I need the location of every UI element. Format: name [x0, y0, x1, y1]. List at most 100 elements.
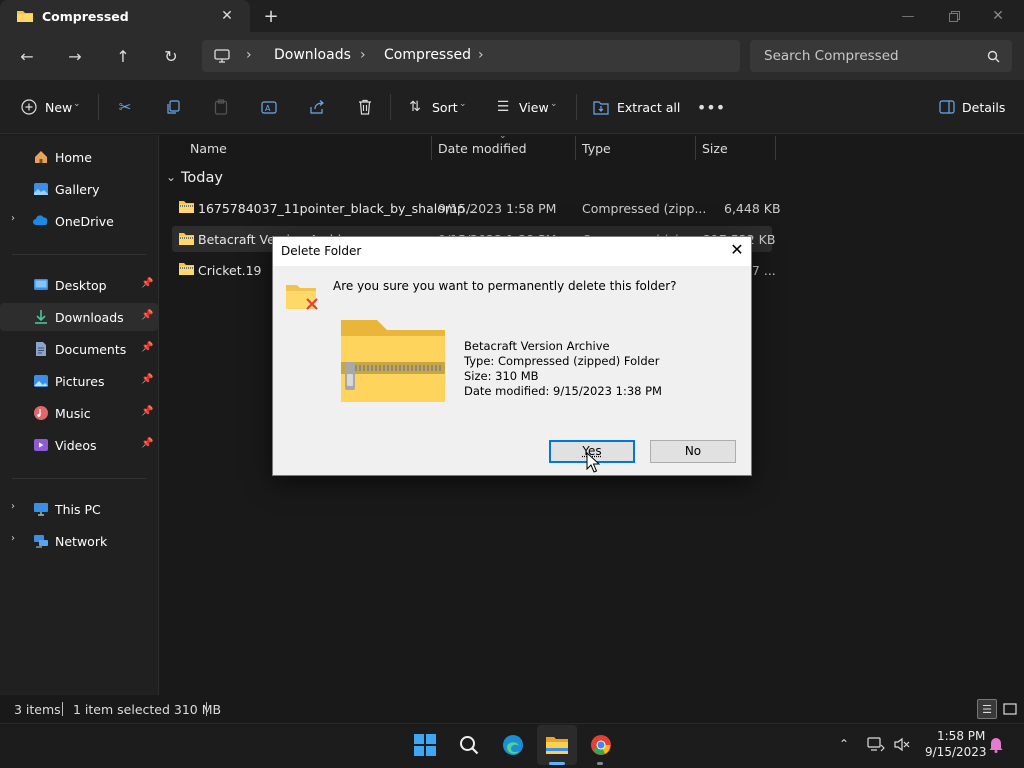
pin-icon[interactable]: 📌 — [141, 438, 153, 449]
rename-icon[interactable]: A — [260, 98, 278, 116]
no-button[interactable]: No — [650, 440, 736, 463]
tiles-view-icon[interactable] — [1000, 699, 1020, 719]
running-indicator — [597, 762, 603, 765]
expand-chevron-icon[interactable]: › — [11, 501, 15, 512]
clock-date[interactable]: 9/15/2023 — [925, 745, 987, 759]
details-pane-icon[interactable] — [938, 98, 956, 116]
column-separator[interactable] — [431, 136, 432, 160]
nav-item-label: Desktop — [55, 278, 107, 293]
expand-chevron-icon[interactable]: › — [11, 213, 15, 224]
file-explorer-icon[interactable] — [544, 732, 569, 757]
tab-title: Compressed — [42, 9, 129, 24]
divider — [576, 94, 577, 120]
pin-icon[interactable]: 📌 — [141, 310, 153, 321]
search-icon[interactable] — [984, 47, 1002, 65]
minimize-icon[interactable]: — — [898, 6, 918, 26]
column-header-name[interactable]: Name — [190, 141, 227, 156]
cut-icon[interactable]: ✂ — [116, 98, 134, 116]
up-icon[interactable]: ↑ — [112, 46, 134, 66]
nav-item-videos[interactable]: Videos 📌 — [0, 431, 158, 459]
delete-icon[interactable] — [356, 98, 374, 116]
view-button[interactable]: View — [519, 100, 549, 115]
file-date: 9/15/2023 1:58 PM — [438, 201, 557, 216]
edge-browser-icon[interactable] — [500, 732, 525, 757]
column-separator[interactable] — [775, 136, 776, 160]
nav-item-gallery[interactable]: Gallery — [0, 175, 158, 203]
nav-item-documents[interactable]: Documents 📌 — [0, 335, 158, 363]
active-indicator — [549, 762, 565, 765]
breadcrumb-downloads[interactable]: Downloads — [274, 47, 351, 63]
close-window-icon[interactable]: ✕ — [988, 6, 1008, 26]
column-header-date-modified[interactable]: Date modified — [438, 141, 527, 156]
back-icon[interactable]: ← — [16, 46, 38, 66]
group-header-today[interactable]: Today — [181, 170, 223, 186]
pin-icon[interactable]: 📌 — [141, 406, 153, 417]
search-icon[interactable] — [456, 732, 481, 757]
nav-item-desktop[interactable]: Desktop 📌 — [0, 271, 158, 299]
search-input[interactable]: Search Compressed — [764, 48, 899, 64]
clock-time[interactable]: 1:58 PM — [937, 729, 985, 743]
nav-item-downloads[interactable]: Downloads 📌 — [0, 303, 158, 331]
zip-folder-large-icon — [339, 318, 447, 404]
network-status-icon[interactable] — [866, 735, 886, 753]
videos-icon — [33, 437, 49, 453]
close-tab-icon[interactable]: ✕ — [218, 6, 236, 26]
view-icon[interactable]: ☰ — [494, 98, 512, 116]
group-collapse-icon[interactable]: ⌄ — [166, 170, 176, 184]
nav-item-network[interactable]: › Network — [0, 527, 158, 555]
breadcrumb-expand-chevron[interactable]: › — [478, 47, 484, 63]
pictures-icon — [33, 373, 49, 389]
chrome-browser-icon[interactable] — [588, 732, 613, 757]
share-icon[interactable] — [308, 98, 326, 116]
copy-icon[interactable] — [164, 98, 182, 116]
refresh-icon[interactable]: ↻ — [160, 46, 182, 66]
breadcrumb-compressed[interactable]: Compressed — [384, 47, 471, 63]
sort-button[interactable]: Sort — [432, 100, 458, 115]
start-icon[interactable] — [412, 732, 437, 757]
nav-item-label: Music — [55, 406, 91, 421]
details-view-icon[interactable]: ☰ — [977, 699, 997, 719]
new-tab-icon[interactable]: + — [262, 6, 280, 27]
this-pc-icon — [33, 501, 49, 517]
nav-item-label: Network — [55, 534, 108, 549]
new-icon[interactable] — [20, 98, 38, 116]
show-hidden-icons-chevron[interactable]: ⌃ — [836, 736, 852, 752]
restore-icon[interactable] — [944, 6, 964, 26]
onedrive-icon — [33, 213, 49, 229]
breadcrumb-separator: › — [360, 47, 366, 63]
status-selection: 1 item selected 310 MB — [73, 702, 222, 717]
details-button[interactable]: Details — [962, 100, 1005, 115]
delete-folder-warning-icon — [285, 282, 321, 314]
downloads-icon — [33, 309, 49, 325]
pin-icon[interactable]: 📌 — [141, 342, 153, 353]
expand-chevron-icon[interactable]: › — [11, 533, 15, 544]
close-icon[interactable]: ✕ — [725, 240, 749, 262]
nav-item-home[interactable]: Home — [0, 143, 158, 171]
nav-item-label: Gallery — [55, 182, 100, 197]
new-button[interactable]: New — [45, 100, 72, 115]
nav-item-onedrive[interactable]: › OneDrive — [0, 207, 158, 235]
delete-folder-dialog: Delete Folder ✕ Are you sure you want to… — [272, 236, 752, 476]
extract-all-button[interactable]: Extract all — [617, 100, 680, 115]
sort-indicator-icon: ⌄ — [499, 131, 507, 141]
column-separator[interactable] — [575, 136, 576, 160]
more-options-icon[interactable]: ••• — [697, 98, 725, 117]
extract-all-icon[interactable] — [592, 98, 610, 116]
column-separator[interactable] — [695, 136, 696, 160]
sort-icon[interactable]: ⇅ — [406, 98, 424, 116]
chevron-down-icon: ⌄ — [73, 99, 81, 109]
nav-item-label: Documents — [55, 342, 127, 357]
notification-bell-icon[interactable] — [987, 735, 1005, 753]
pin-icon[interactable]: 📌 — [141, 374, 153, 385]
divider — [62, 702, 63, 716]
column-header-type[interactable]: Type — [582, 141, 611, 156]
nav-item-music[interactable]: Music 📌 — [0, 399, 158, 427]
nav-item-this-pc[interactable]: › This PC — [0, 495, 158, 523]
column-header-size[interactable]: Size — [702, 141, 728, 156]
dialog-item-name: Betacraft Version Archive — [464, 339, 610, 353]
forward-icon[interactable]: → — [64, 46, 86, 66]
nav-item-pictures[interactable]: Pictures 📌 — [0, 367, 158, 395]
volume-muted-icon[interactable] — [892, 735, 912, 753]
pin-icon[interactable]: 📌 — [141, 278, 153, 289]
gallery-icon — [33, 181, 49, 197]
